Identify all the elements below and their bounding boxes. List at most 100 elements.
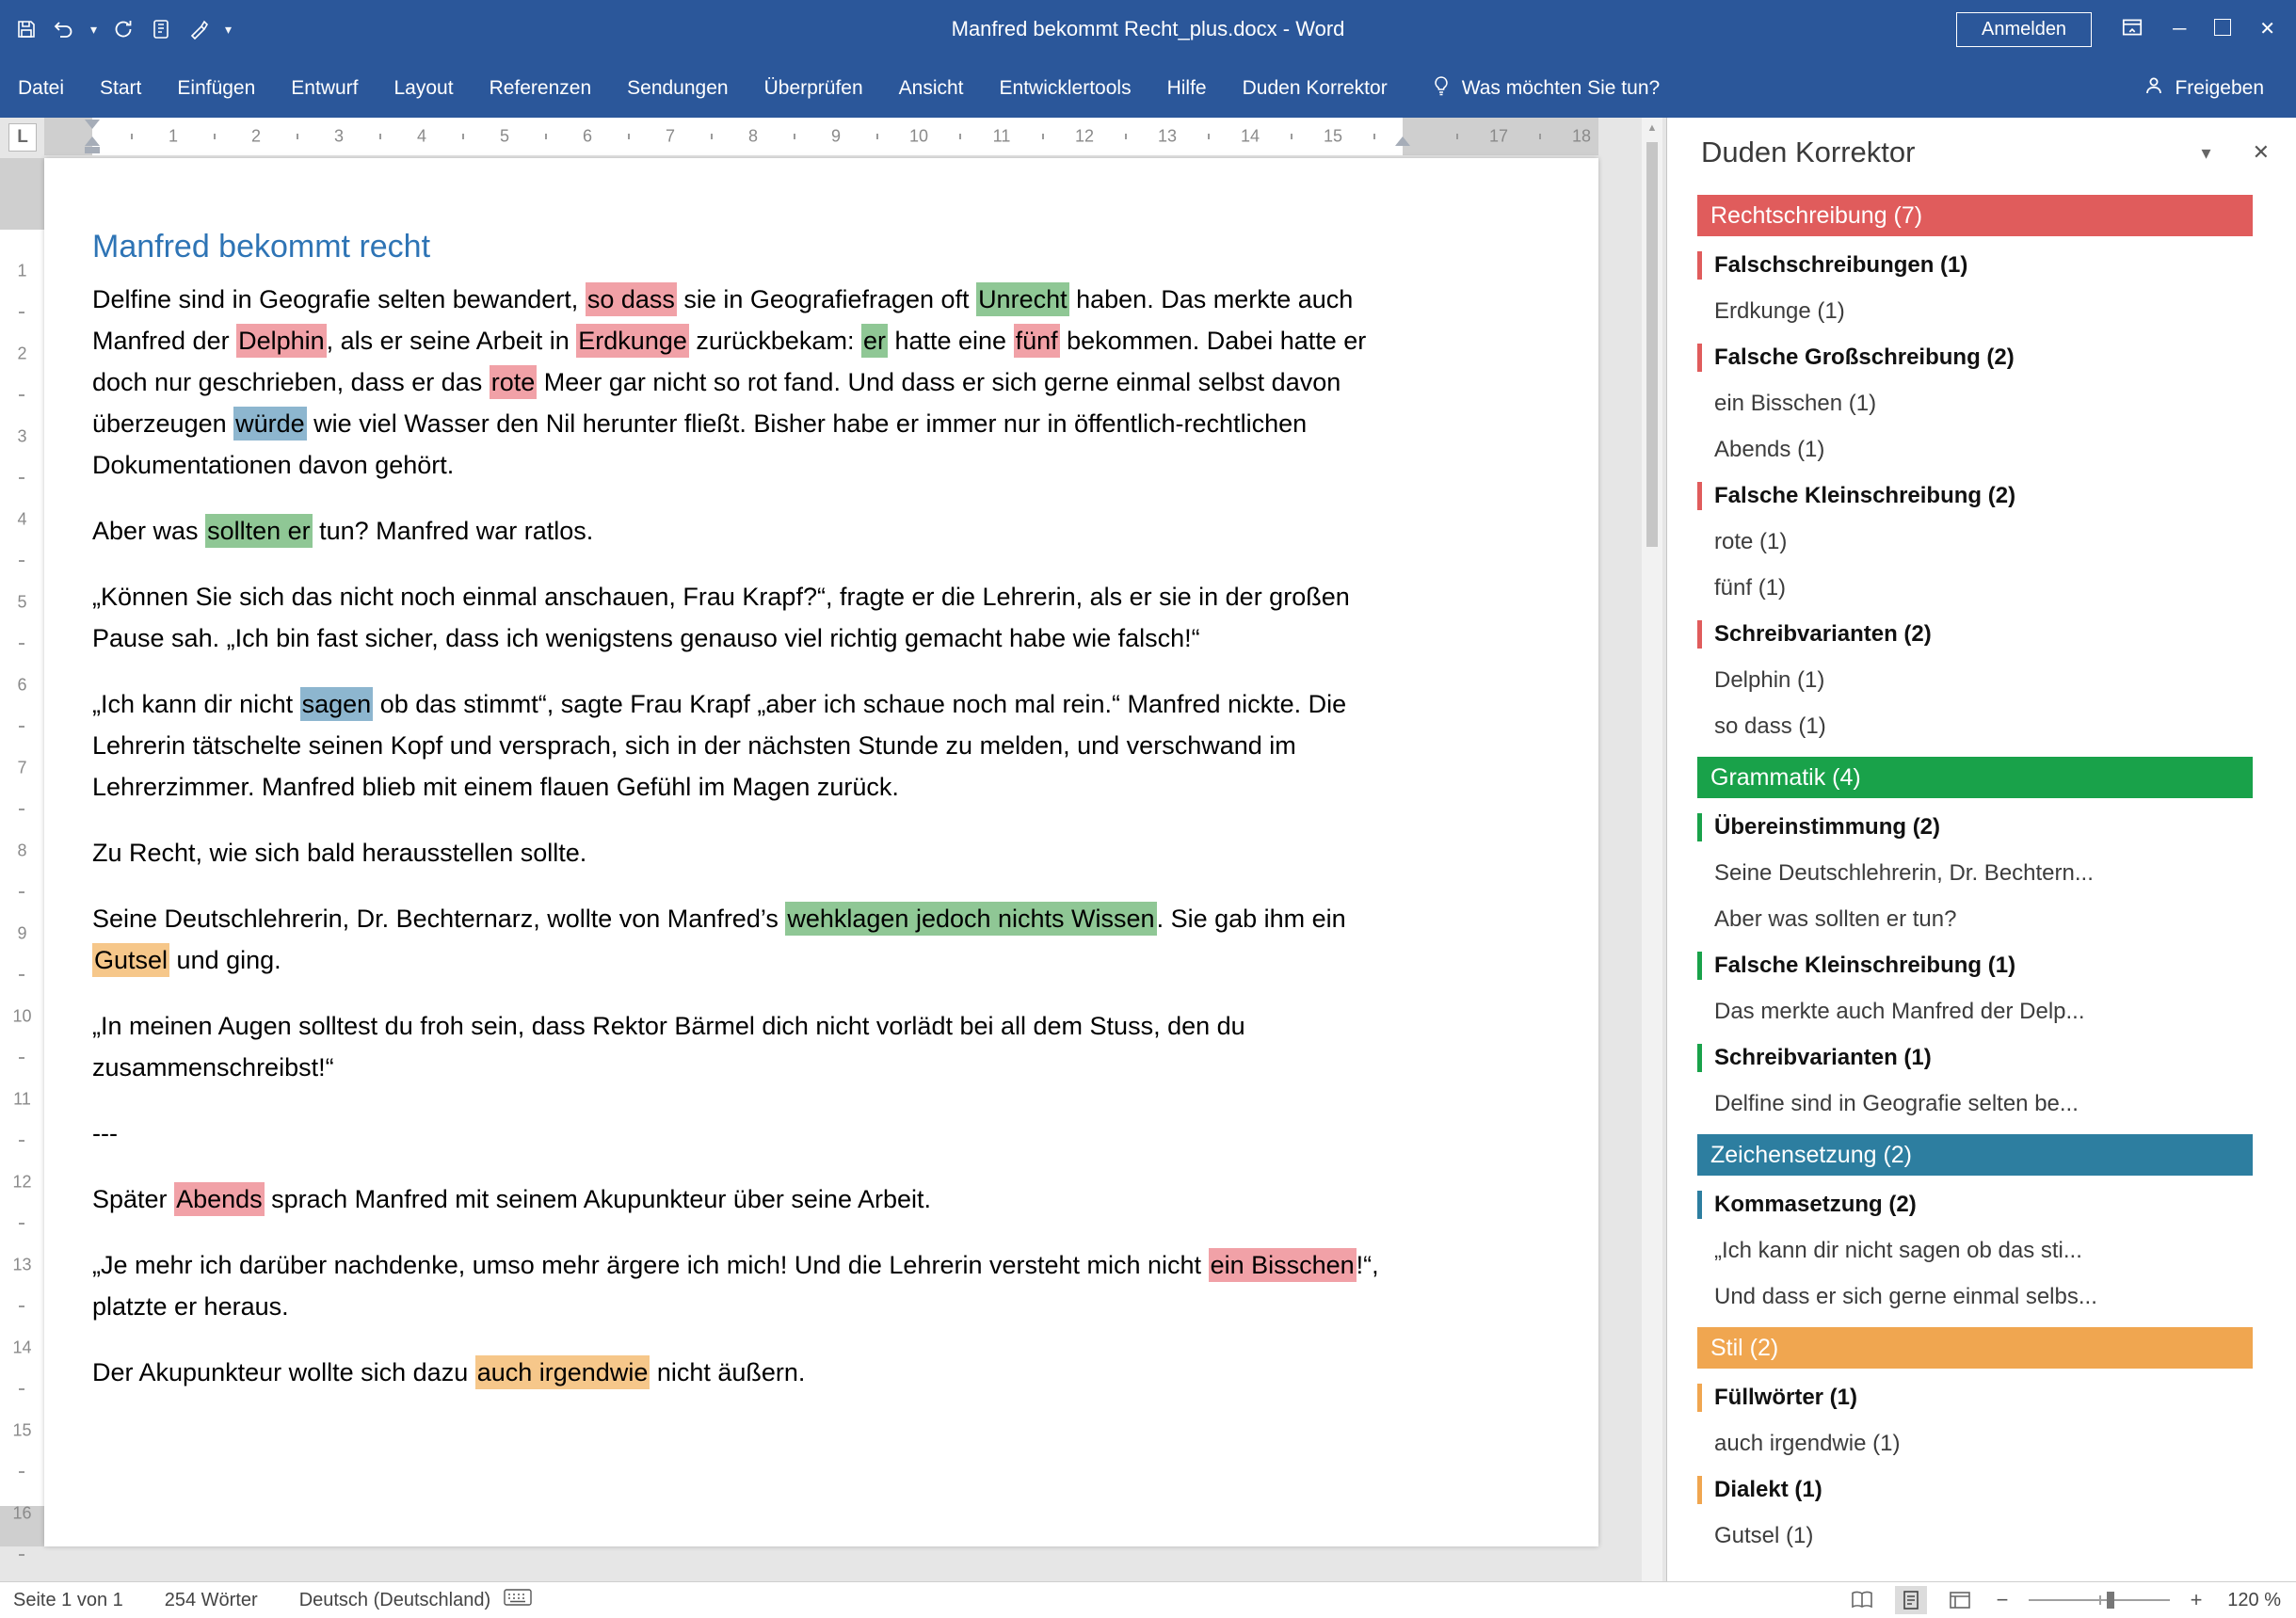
correction-group[interactable]: Schreibvarianten (1)	[1697, 1034, 2253, 1081]
correction-item[interactable]: Erdkunge (1)	[1697, 288, 2253, 334]
category-header-rechtschreibung-7[interactable]: Rechtschreibung (7)	[1697, 195, 2253, 236]
correction-item[interactable]: Das merkte auch Manfred der Delp...	[1697, 988, 2253, 1034]
correction-item[interactable]: so dass (1)	[1697, 703, 2253, 749]
share-button[interactable]: Freigeben	[2143, 74, 2296, 103]
correction-group[interactable]: Dialekt (1)	[1697, 1466, 2253, 1513]
duden-korrektor-panel: Duden Korrektor ▾ ✕ Rechtschreibung (7)F…	[1666, 118, 2296, 1582]
tab-datei[interactable]: Datei	[0, 58, 82, 118]
left-indent-marker[interactable]	[85, 147, 100, 153]
minimize-icon[interactable]: ─	[2173, 20, 2186, 39]
panel-close-icon[interactable]: ✕	[2253, 140, 2270, 165]
paragraph[interactable]: ---	[92, 1113, 1403, 1154]
ruler-tick	[19, 726, 24, 728]
tab-selector[interactable]: L	[8, 123, 37, 152]
paragraph[interactable]: „Können Sie sich das nicht noch einmal a…	[92, 576, 1403, 659]
correction-group[interactable]: Füllwörter (1)	[1697, 1374, 2253, 1420]
quick-access-toolbar: ▾ ▾	[0, 18, 232, 40]
paragraph[interactable]: Zu Recht, wie sich bald herausstellen so…	[92, 832, 1403, 873]
maximize-icon[interactable]	[2214, 19, 2231, 40]
tab-duden-korrektor[interactable]: Duden Korrektor	[1225, 58, 1405, 118]
category-header-zeichensetzung-2[interactable]: Zeichensetzung (2)	[1697, 1134, 2253, 1176]
correction-item[interactable]: Und dass er sich gerne einmal selbs...	[1697, 1274, 2253, 1320]
ruler-tick	[297, 134, 298, 139]
tab-entwicklertools[interactable]: Entwicklertools	[982, 58, 1149, 118]
correction-group[interactable]: Übereinstimmung (2)	[1697, 804, 2253, 850]
paragraph[interactable]: Seine Deutschlehrerin, Dr. Bechternarz, …	[92, 898, 1403, 981]
paragraph[interactable]: „In meinen Augen solltest du froh sein, …	[92, 1005, 1403, 1088]
tab-entwurf[interactable]: Entwurf	[273, 58, 376, 118]
tab-referenzen[interactable]: Referenzen	[472, 58, 610, 118]
scroll-up-icon[interactable]: ▲	[1647, 118, 1658, 138]
tab-start[interactable]: Start	[82, 58, 159, 118]
tab-berpr-fen[interactable]: Überprüfen	[747, 58, 881, 118]
web-layout-icon[interactable]	[1944, 1586, 1976, 1614]
correction-item[interactable]: Abends (1)	[1697, 426, 2253, 473]
correction-group[interactable]: Kommasetzung (2)	[1697, 1181, 2253, 1227]
word-count[interactable]: 254 Wörter	[165, 1590, 258, 1611]
paragraph[interactable]: „Ich kann dir nicht sagen ob das stimmt“…	[92, 683, 1403, 808]
language-indicator[interactable]: Deutsch (Deutschland)	[299, 1588, 532, 1612]
ruler-number: 8	[748, 127, 758, 147]
sign-in-button[interactable]: Anmelden	[1956, 12, 2092, 47]
zoom-slider[interactable]	[2029, 1591, 2170, 1610]
hanging-indent-marker[interactable]	[85, 136, 100, 146]
category-header-grammatik-4[interactable]: Grammatik (4)	[1697, 757, 2253, 798]
page-indicator[interactable]: Seite 1 von 1	[13, 1590, 123, 1611]
highlighted-text: sollten er	[205, 514, 313, 548]
correction-item[interactable]: fünf (1)	[1697, 565, 2253, 611]
undo-dropdown-icon[interactable]: ▾	[90, 23, 97, 36]
redo-icon[interactable]	[112, 18, 135, 40]
correction-group[interactable]: Schreibvarianten (2)	[1697, 611, 2253, 657]
group-color-marker	[1697, 1044, 1702, 1072]
zoom-slider-thumb[interactable]	[2107, 1592, 2114, 1609]
ruler-number: 1	[17, 262, 26, 281]
correction-item[interactable]: Delfine sind in Geografie selten be...	[1697, 1081, 2253, 1127]
tab-einf-gen[interactable]: Einfügen	[159, 58, 273, 118]
close-icon[interactable]: ✕	[2259, 20, 2275, 39]
scrollbar-thumb[interactable]	[1646, 142, 1658, 547]
read-mode-icon[interactable]	[1846, 1586, 1878, 1614]
document-heading[interactable]: Manfred bekommt recht	[92, 226, 1403, 267]
paragraph[interactable]: Delfine sind in Geografie selten bewande…	[92, 279, 1403, 486]
touch-mode-icon[interactable]	[150, 18, 172, 40]
paragraph[interactable]: Der Akupunkteur wollte sich dazu auch ir…	[92, 1352, 1403, 1393]
tab-layout[interactable]: Layout	[377, 58, 472, 118]
print-layout-icon[interactable]	[1895, 1586, 1927, 1614]
document-page[interactable]: Manfred bekommt recht Delfine sind in Ge…	[44, 158, 1598, 1546]
correction-item[interactable]: auch irgendwie (1)	[1697, 1420, 2253, 1466]
correction-item[interactable]: Delphin (1)	[1697, 657, 2253, 703]
customize-qat-icon[interactable]: ▾	[225, 23, 232, 36]
zoom-level[interactable]: 120 %	[2223, 1590, 2281, 1611]
ruler-tick	[19, 312, 24, 313]
save-icon[interactable]	[15, 18, 38, 40]
right-indent-marker[interactable]	[1395, 136, 1410, 146]
ruler-corner: L	[0, 118, 44, 155]
zoom-out-icon[interactable]: −	[1993, 1588, 2012, 1612]
ribbon-display-options-icon[interactable]	[2120, 15, 2144, 44]
vertical-scrollbar[interactable]: ▲	[1642, 118, 1662, 1582]
category-header-stil-2[interactable]: Stil (2)	[1697, 1327, 2253, 1369]
tab-hilfe[interactable]: Hilfe	[1149, 58, 1225, 118]
correction-group[interactable]: Falschschreibungen (1)	[1697, 242, 2253, 288]
correction-group[interactable]: Falsche Kleinschreibung (1)	[1697, 942, 2253, 988]
page-content: Manfred bekommt recht Delfine sind in Ge…	[92, 226, 1403, 1418]
panel-menu-icon[interactable]: ▾	[2202, 141, 2211, 165]
tab-sendungen[interactable]: Sendungen	[609, 58, 746, 118]
paragraph[interactable]: „Je mehr ich darüber nachdenke, umso meh…	[92, 1244, 1403, 1327]
zoom-in-icon[interactable]: +	[2187, 1588, 2206, 1612]
format-painter-icon[interactable]	[187, 18, 210, 40]
correction-group[interactable]: Falsche Kleinschreibung (2)	[1697, 473, 2253, 519]
first-line-indent-marker[interactable]	[85, 120, 100, 129]
paragraph[interactable]: Aber was sollten er tun? Manfred war rat…	[92, 510, 1403, 552]
correction-item[interactable]: ein Bisschen (1)	[1697, 380, 2253, 426]
correction-item[interactable]: Seine Deutschlehrerin, Dr. Bechtern...	[1697, 850, 2253, 896]
correction-item[interactable]: „Ich kann dir nicht sagen ob das sti...	[1697, 1227, 2253, 1274]
correction-group[interactable]: Falsche Großschreibung (2)	[1697, 334, 2253, 380]
paragraph[interactable]: Später Abends sprach Manfred mit seinem …	[92, 1178, 1403, 1220]
correction-item[interactable]: Gutsel (1)	[1697, 1513, 2253, 1559]
tell-me-box[interactable]: Was möchten Sie tun?	[1430, 74, 1661, 103]
tab-ansicht[interactable]: Ansicht	[881, 58, 982, 118]
correction-item[interactable]: Aber was sollten er tun?	[1697, 896, 2253, 942]
undo-icon[interactable]	[53, 18, 75, 40]
correction-item[interactable]: rote (1)	[1697, 519, 2253, 565]
